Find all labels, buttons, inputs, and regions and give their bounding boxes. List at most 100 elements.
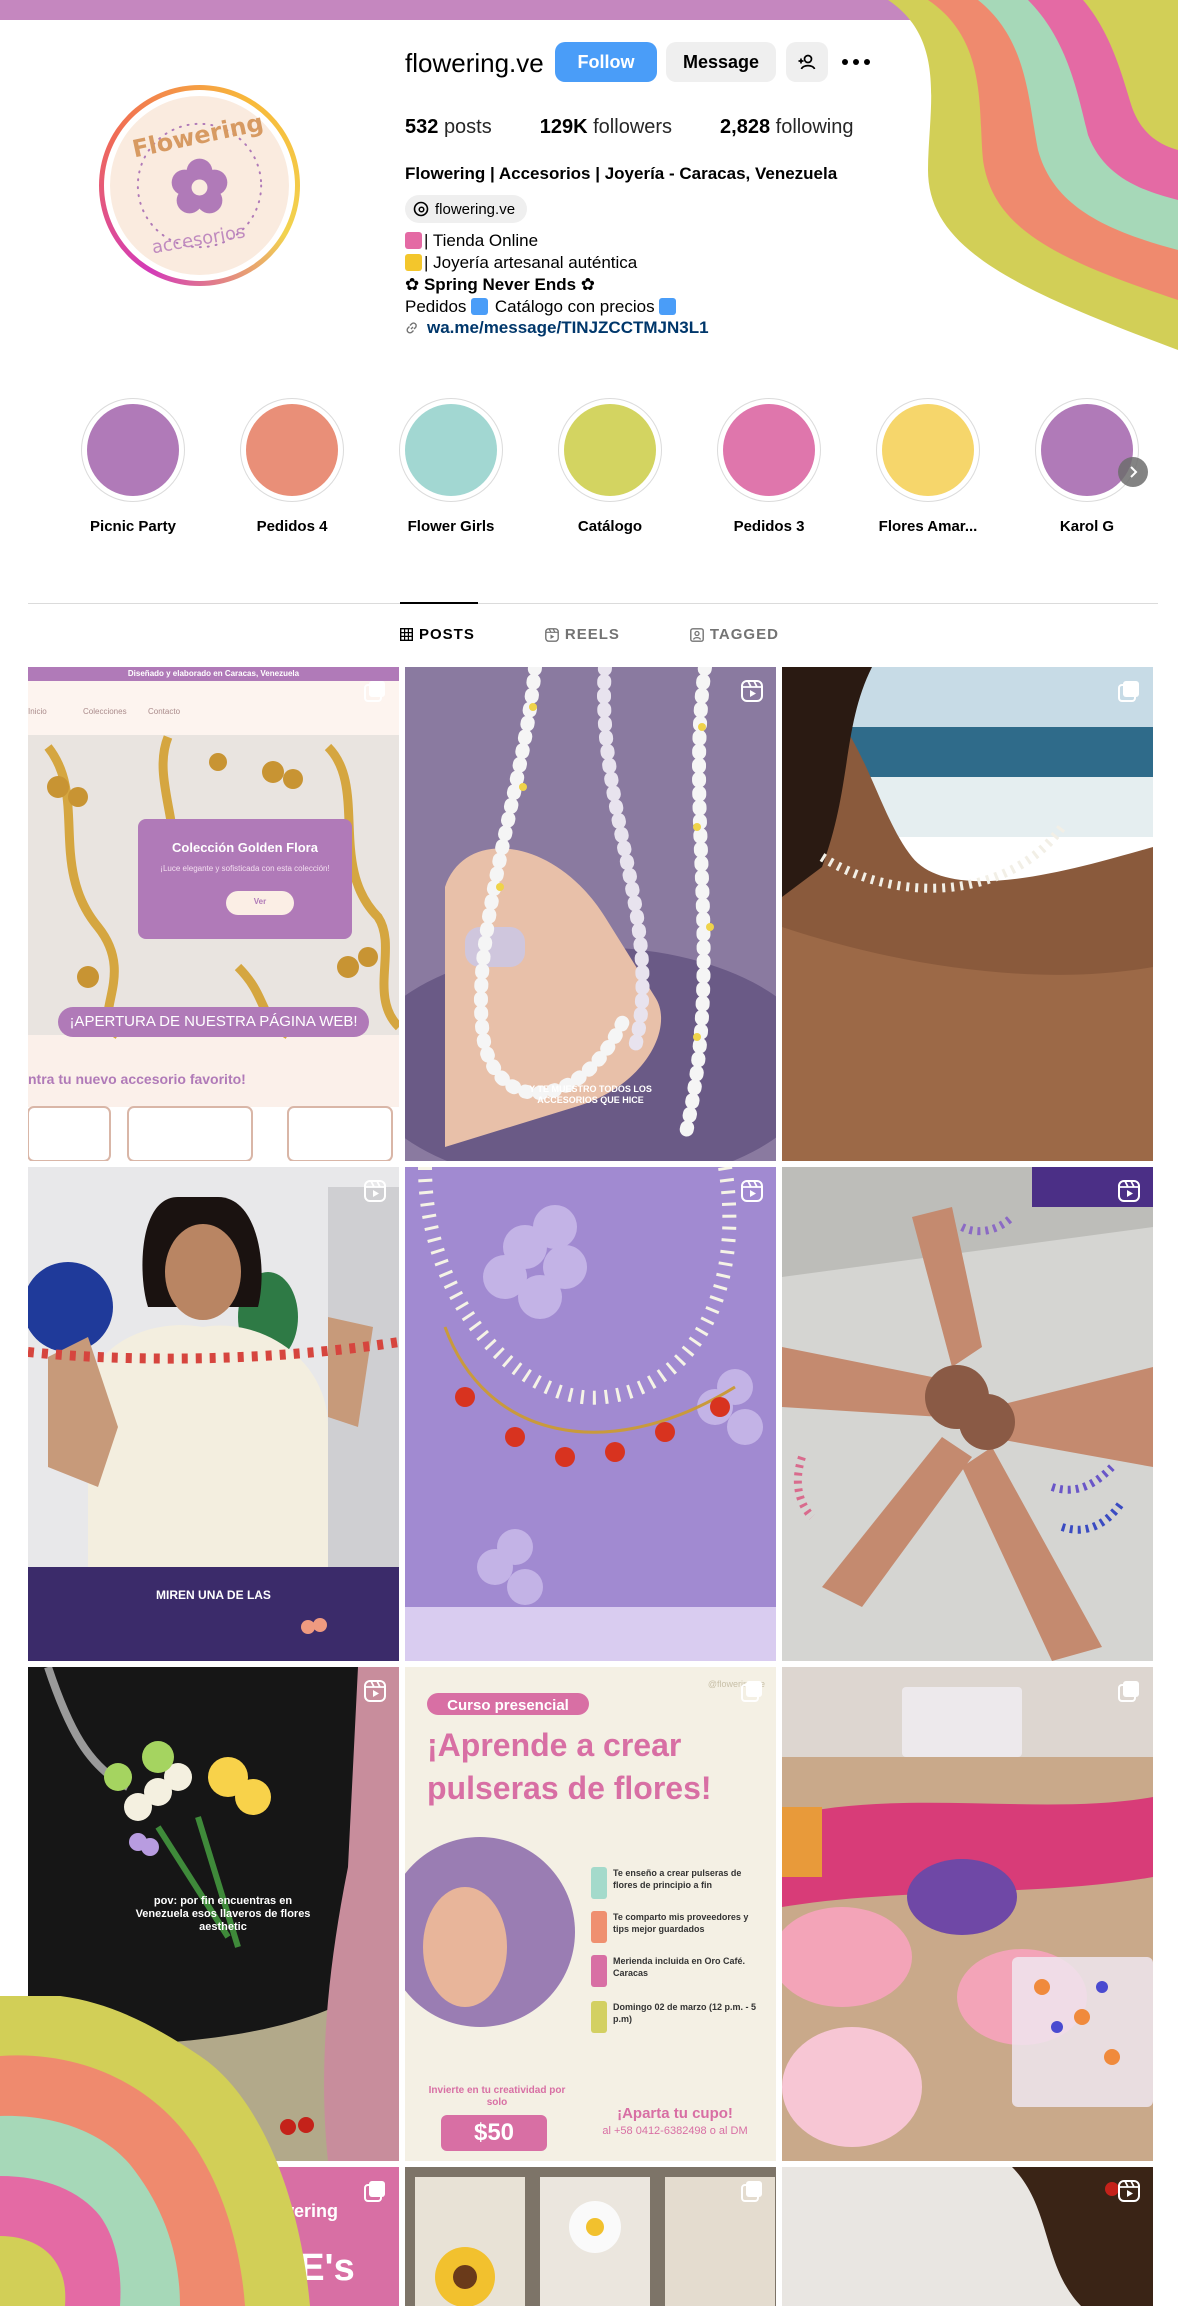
post-bracelets-fists[interactable] (782, 1167, 1153, 1661)
chevron-right-icon (1130, 466, 1138, 478)
carousel-icon (741, 2181, 762, 2202)
profile-avatar[interactable]: Flowering accesorios (99, 85, 300, 286)
post-caption: ¡APERTURA DE NUESTRA PÁGINA WEB! (69, 1013, 358, 1030)
post-image (28, 1167, 399, 1661)
post-girl-necklace[interactable]: MIREN UNA DE LAS (28, 1167, 399, 1661)
tab-tagged[interactable]: TAGGED (689, 626, 779, 643)
post-caption: Contacto (148, 707, 181, 716)
bio-line: Catálogo con precios (494, 297, 655, 316)
post-caption: Te enseño a crear pulseras de flores de … (613, 1868, 742, 1890)
post-caption: al +58 0412-6382498 o al DM (602, 2125, 748, 2137)
decorative-swirl-bottom-left (0, 1996, 310, 2306)
bio-text: | Tienda Online | Joyería artesanal auté… (405, 230, 678, 318)
message-button[interactable]: Message (666, 42, 776, 82)
svg-text:Flowering: Flowering (130, 108, 266, 163)
bio-link-text[interactable]: wa.me/message/TINJZCCTMJN3L1 (427, 318, 709, 338)
post-choker-beach[interactable] (782, 667, 1153, 1161)
post-course-flyer[interactable]: Curso presencial @flowering.ve ¡Aprende … (405, 1667, 776, 2161)
post-flower-cards[interactable] (405, 2167, 776, 2306)
highlight-flores-amarillas[interactable]: Flores Amar... (873, 398, 983, 535)
sunflower-emoji-icon (405, 254, 422, 271)
tulip-emoji-icon (405, 232, 422, 249)
highlight-catalogo[interactable]: Catálogo (555, 398, 665, 535)
bio-line: Pedidos (405, 297, 467, 316)
highlight-label: Pedidos 4 (256, 518, 328, 535)
post-caption: ¡Aparta tu cupo! (617, 2105, 733, 2122)
bio-line: | Tienda Online (424, 231, 539, 250)
post-caption: Diseñado y elaborado en Caracas, Venezue… (127, 669, 300, 678)
post-caption: MIREN UNA DE LAS (156, 1588, 271, 1602)
add-person-icon (798, 54, 816, 70)
followers-stat[interactable]: 129K followers (540, 116, 672, 139)
carousel-icon (741, 1681, 762, 1702)
post-image (782, 2167, 1153, 2306)
post-caption: Inicio (28, 707, 47, 716)
post-website-launch[interactable]: Diseñado y elaborado en Caracas, Venezue… (28, 667, 399, 1161)
carousel-icon (1118, 681, 1139, 702)
post-caption: Domingo 02 de marzo (12 p.m. - 5 p.m) (613, 2002, 757, 2024)
highlight-label: Picnic Party (90, 518, 176, 535)
post-image (405, 2167, 776, 2306)
post-caption: Ver (253, 897, 267, 906)
post-caption: Y TE MUESTRO TODOS LOS ACCESORIOS QUE HI… (529, 1084, 652, 1105)
decorative-swirl-top-right (888, 0, 1178, 350)
post-red-flower-necklace[interactable] (405, 1167, 776, 1661)
post-caption: Colecciones (83, 707, 127, 716)
post-caption: Merienda incluida en Oro Café. Caracas (613, 1956, 746, 1978)
carousel-icon (1118, 1681, 1139, 1702)
reel-icon (741, 1180, 763, 1202)
highlight-label: Pedidos 3 (733, 518, 805, 535)
post-image (782, 667, 1153, 1161)
threads-handle: flowering.ve (435, 200, 516, 218)
flowering-logo: Flowering accesorios (130, 108, 266, 258)
post-caption: Invierte en tu creatividad por solo (428, 2085, 566, 2108)
post-caption: ¡Luce elegante y sofisticada con esta co… (160, 864, 330, 873)
post-earrings[interactable] (782, 2167, 1153, 2306)
story-highlights: Picnic Party Pedidos 4 Flower Girls Catá… (78, 398, 1168, 538)
down-arrow-emoji-icon (659, 298, 677, 315)
grid-icon (400, 628, 413, 641)
post-caption: Curso presencial (447, 1697, 569, 1714)
threads-badge[interactable]: flowering.ve (405, 195, 528, 223)
reel-icon (741, 680, 763, 702)
tab-reels[interactable]: REELS (544, 626, 620, 643)
posts-stat[interactable]: 532 posts (405, 116, 492, 139)
post-caption: ntra tu nuevo accesorio favorito! (28, 1071, 246, 1087)
highlight-picnic-party[interactable]: Picnic Party (78, 398, 188, 535)
post-image (405, 1167, 776, 1661)
reel-icon (364, 1680, 386, 1702)
active-tab-indicator (400, 602, 478, 604)
highlight-pedidos-4[interactable]: Pedidos 4 (237, 398, 347, 535)
tab-posts[interactable]: POSTS (400, 626, 475, 643)
reel-icon (1118, 1180, 1140, 1202)
post-image (782, 1667, 1153, 2161)
post-workshop-table[interactable] (782, 1667, 1153, 2161)
carousel-icon (364, 2181, 385, 2202)
following-stat[interactable]: 2,828 following (720, 116, 853, 139)
bio-line: | Joyería artesanal auténtica (424, 253, 638, 272)
post-necklaces-hand[interactable]: Y TE MUESTRO TODOS LOS ACCESORIOS QUE HI… (405, 667, 776, 1161)
tab-label: POSTS (419, 626, 475, 643)
tab-label: REELS (564, 626, 620, 643)
suggested-users-button[interactable] (786, 42, 828, 82)
tabs-divider (28, 603, 1158, 604)
post-caption: pov: por fin encuentras en Venezuela eso… (135, 1895, 311, 1933)
down-arrow-emoji-icon (471, 298, 489, 315)
bio-line: ✿ Spring Never Ends ✿ (405, 275, 596, 294)
link-icon (406, 322, 417, 334)
highlight-flower-girls[interactable]: Flower Girls (396, 398, 506, 535)
reel-icon (1118, 2180, 1140, 2202)
bio-link[interactable]: wa.me/message/TINJZCCTMJN3L1 (405, 318, 709, 338)
tab-label: TAGGED (709, 626, 779, 643)
more-options-icon[interactable] (842, 52, 872, 72)
post-caption: $50 (473, 2119, 515, 2146)
highlights-next-button[interactable] (1118, 457, 1148, 487)
post-caption: pulseras de flores! (427, 1770, 712, 1806)
post-caption: Colección Golden Flora (172, 840, 318, 855)
follow-button[interactable]: Follow (555, 42, 657, 82)
profile-tabs: POSTS REELS TAGGED (400, 626, 849, 643)
post-image (782, 1167, 1153, 1661)
highlight-label: Flower Girls (407, 518, 495, 535)
highlight-label: Karol G (1059, 518, 1115, 535)
highlight-pedidos-3[interactable]: Pedidos 3 (714, 398, 824, 535)
